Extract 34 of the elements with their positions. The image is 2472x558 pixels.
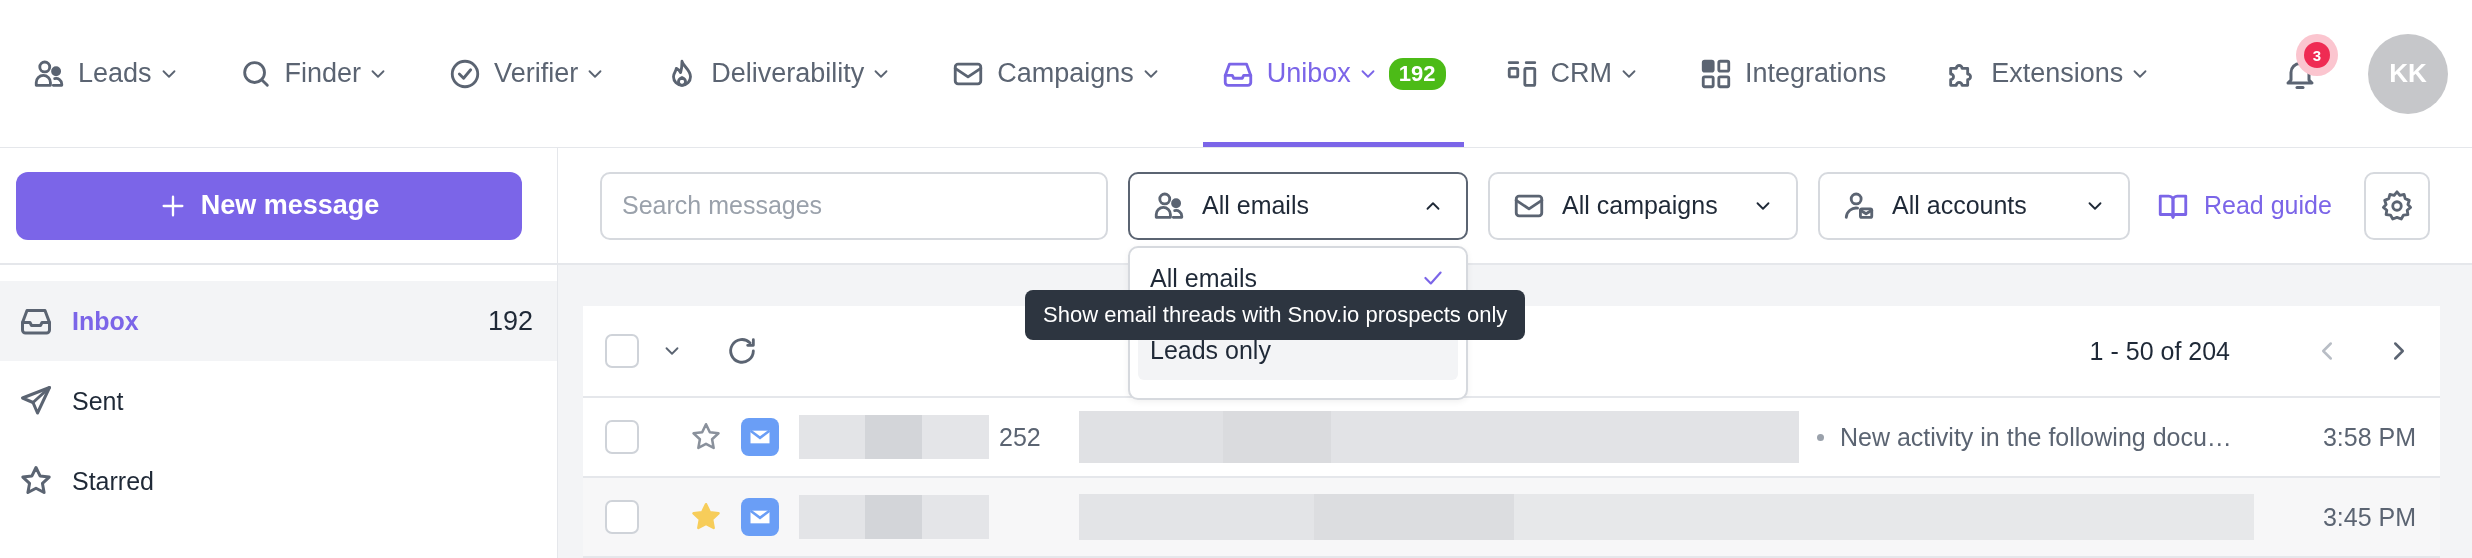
nav-tab[interactable]: Leads (14, 0, 198, 147)
row-checkbox[interactable] (605, 420, 639, 454)
pagination-text: 1 - 50 of 204 (2089, 336, 2230, 366)
settings-icon (2379, 188, 2414, 223)
select-all-checkbox[interactable] (605, 334, 639, 368)
nav-tab[interactable]: Verifier (430, 0, 625, 147)
message-time: 3:58 PM (2322, 422, 2416, 452)
message-time: 3:45 PM (2322, 502, 2416, 532)
nav-tab[interactable]: CRM (1486, 0, 1659, 147)
filter-dropdown[interactable]: All emails (1128, 171, 1468, 240)
nav-tab[interactable]: Finder (220, 0, 408, 147)
message-snippet: New activity in the following docu… (1840, 422, 2232, 452)
row-checkbox[interactable] (605, 500, 639, 534)
mail-icon (741, 498, 779, 536)
new-message-button[interactable]: New message (16, 171, 522, 240)
folder-item[interactable]: Inbox 192 (0, 281, 557, 361)
read-guide-link[interactable]: Read guide (2156, 188, 2332, 223)
nav-tab[interactable]: Extensions (1927, 0, 2170, 147)
nav-tab[interactable]: Deliverability (647, 0, 911, 147)
tooltip: Show email threads with Snov.io prospects only (1025, 290, 1526, 340)
folder-item[interactable]: Starred (0, 441, 557, 521)
filter-dropdown[interactable]: All accounts (1818, 171, 2130, 240)
separator-dot (1817, 433, 1824, 441)
unread-count: 192 (487, 305, 533, 337)
nav-tab[interactable]: Integrations (1681, 0, 1905, 147)
folder-item[interactable]: Sent (0, 361, 557, 441)
nav-tab[interactable]: Unibox 192 (1202, 0, 1464, 147)
thread-count: 252 (999, 422, 1041, 452)
search-field[interactable]: Search messages (600, 171, 1108, 240)
settings-button[interactable] (2363, 171, 2430, 240)
nav-tab[interactable]: Campaigns (933, 0, 1180, 147)
mail-icon (741, 418, 779, 456)
count-badge: 192 (1388, 57, 1446, 90)
filter-dropdown[interactable]: All campaigns (1488, 171, 1798, 240)
